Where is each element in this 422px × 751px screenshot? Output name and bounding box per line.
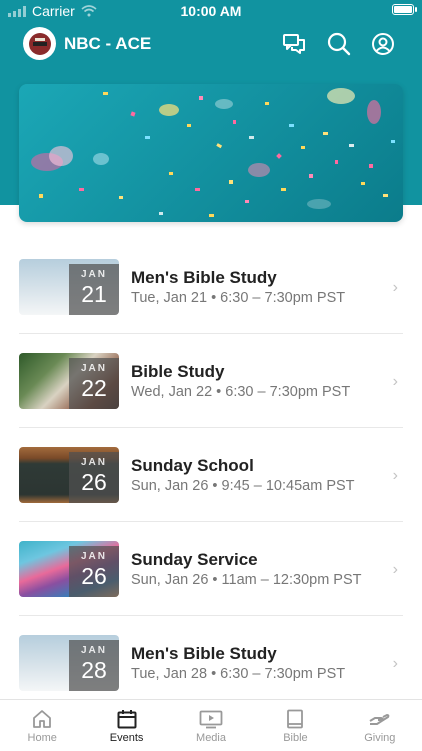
event-row[interactable]: JAN 26 Sunday School Sun, Jan 26 • 9:45 …	[19, 428, 403, 522]
tab-home[interactable]: Home	[0, 700, 84, 751]
tab-bar: Home Events Media Bible Giving	[0, 699, 422, 751]
events-list: JAN 21 Men's Bible Study Tue, Jan 21 • 6…	[19, 240, 403, 709]
media-icon	[199, 710, 223, 729]
home-icon	[33, 710, 52, 728]
chevron-right-icon: ›	[392, 467, 398, 484]
tab-events[interactable]: Events	[84, 700, 168, 751]
calendar-icon	[117, 710, 137, 729]
event-thumbnail: JAN 28	[19, 635, 119, 691]
event-title: Bible Study	[131, 362, 225, 381]
date-day: 28	[81, 657, 107, 683]
tab-giving[interactable]: Giving	[338, 700, 422, 751]
date-month: JAN	[80, 363, 107, 374]
tab-bible-label: Bible	[283, 732, 308, 744]
featured-banner[interactable]	[19, 84, 403, 222]
event-thumbnail: JAN 21	[19, 259, 119, 315]
confetti-image	[31, 88, 395, 217]
date-badge: JAN 26	[69, 546, 119, 597]
date-day: 21	[81, 281, 107, 307]
date-badge: JAN 28	[69, 640, 119, 691]
chevron-right-icon: ›	[392, 655, 398, 672]
app-title: NBC - ACE	[64, 34, 152, 53]
chevron-right-icon: ›	[392, 279, 398, 296]
tab-events-label: Events	[109, 732, 144, 744]
event-title: Sunday Service	[131, 550, 258, 569]
book-icon	[287, 709, 304, 729]
event-row[interactable]: JAN 21 Men's Bible Study Tue, Jan 21 • 6…	[19, 240, 403, 334]
date-day: 26	[81, 563, 107, 589]
battery-tip	[415, 7, 417, 12]
chat-icon[interactable]	[281, 31, 307, 57]
tab-media-label: Media	[196, 732, 226, 744]
date-day: 26	[81, 469, 107, 495]
date-month: JAN	[80, 645, 107, 656]
date-month: JAN	[80, 269, 107, 280]
event-row[interactable]: JAN 22 Bible Study Wed, Jan 22 • 6:30 – …	[19, 334, 403, 428]
giving-icon	[369, 714, 390, 725]
event-title: Men's Bible Study	[131, 644, 277, 663]
event-time: Sun, Jan 26 • 9:45 – 10:45am PST	[131, 478, 355, 494]
date-month: JAN	[80, 551, 107, 562]
battery-icon	[392, 4, 414, 15]
event-thumbnail: JAN 26	[19, 541, 119, 597]
event-row[interactable]: JAN 28 Men's Bible Study Tue, Jan 28 • 6…	[19, 616, 403, 709]
search-icon[interactable]	[326, 31, 352, 57]
event-title: Men's Bible Study	[131, 268, 277, 287]
tab-giving-label: Giving	[364, 732, 396, 744]
tab-media[interactable]: Media	[169, 700, 253, 751]
event-time: Wed, Jan 22 • 6:30 – 7:30pm PST	[131, 384, 351, 400]
tab-home-label: Home	[27, 732, 57, 744]
status-bar: Carrier 10:00 AM	[0, 0, 422, 22]
chevron-right-icon: ›	[392, 561, 398, 578]
event-thumbnail: JAN 22	[19, 353, 119, 409]
date-badge: JAN 26	[69, 452, 119, 503]
event-time: Tue, Jan 21 • 6:30 – 7:30pm PST	[131, 290, 346, 306]
status-time: 10:00 AM	[180, 3, 242, 19]
event-thumbnail: JAN 26	[19, 447, 119, 503]
date-badge: JAN 21	[69, 264, 119, 315]
church-logo[interactable]	[23, 27, 56, 60]
chevron-right-icon: ›	[392, 373, 398, 390]
tab-bible[interactable]: Bible	[253, 700, 337, 751]
event-time: Tue, Jan 28 • 6:30 – 7:30pm PST	[131, 666, 346, 682]
date-day: 22	[81, 375, 107, 401]
profile-icon[interactable]	[370, 31, 396, 57]
event-title: Sunday School	[131, 456, 254, 475]
event-time: Sun, Jan 26 • 11am – 12:30pm PST	[131, 572, 362, 588]
app-header: NBC - ACE	[0, 24, 422, 64]
date-badge: JAN 22	[69, 358, 119, 409]
event-row[interactable]: JAN 26 Sunday Service Sun, Jan 26 • 11am…	[19, 522, 403, 616]
date-month: JAN	[80, 457, 107, 468]
